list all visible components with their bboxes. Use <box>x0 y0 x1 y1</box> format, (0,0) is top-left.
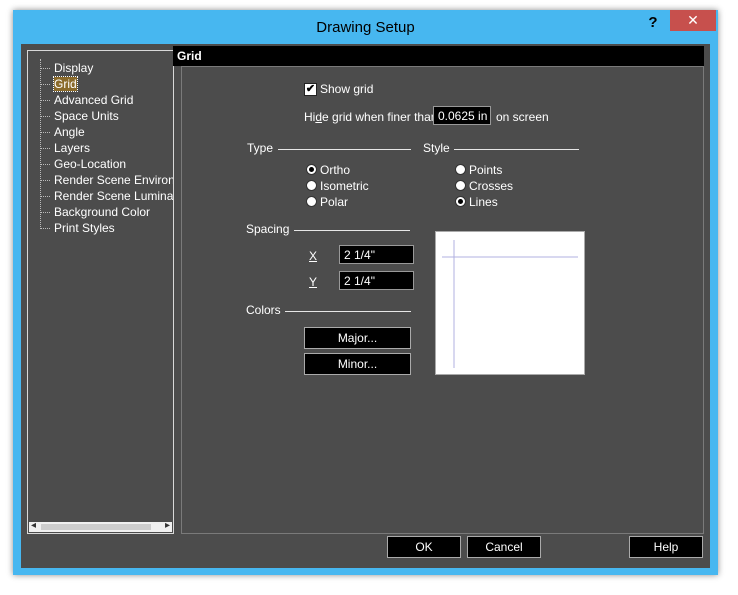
category-tree[interactable]: Display Grid Advanced Grid Space Units A… <box>27 50 174 534</box>
style-crosses-radio[interactable] <box>455 180 466 191</box>
grid-preview <box>435 231 585 375</box>
style-heading: Style <box>423 141 450 155</box>
cancel-button[interactable]: Cancel <box>467 536 541 558</box>
close-button[interactable]: ✕ <box>670 10 716 31</box>
spacing-x-input[interactable]: 2 1/4" <box>339 245 414 264</box>
spacing-y-input[interactable]: 2 1/4" <box>339 271 414 290</box>
tree-item-label: Angle <box>54 125 85 139</box>
tree-item-print-styles[interactable]: Print Styles <box>40 220 115 236</box>
spacing-x-label: X <box>309 249 318 263</box>
style-crosses-label: Crosses <box>469 179 514 193</box>
style-points-label: Points <box>469 163 503 177</box>
tree-item-label: Render Scene Luminar <box>54 189 174 203</box>
show-grid-checkbox[interactable]: ✔ <box>304 83 317 96</box>
colors-divider <box>285 311 411 312</box>
tree-item-grid[interactable]: Grid <box>40 76 78 92</box>
tree-item-angle[interactable]: Angle <box>40 124 85 140</box>
scroll-right-icon[interactable]: ▸ <box>165 520 170 531</box>
type-polar-radio[interactable] <box>306 196 317 207</box>
tree-item-advanced-grid[interactable]: Advanced Grid <box>40 92 133 108</box>
window-title: Drawing Setup <box>316 19 415 36</box>
type-ortho-label: Ortho <box>320 163 351 177</box>
dialog-body: Display Grid Advanced Grid Space Units A… <box>21 44 710 568</box>
type-heading: Type <box>247 141 274 155</box>
grid-preview-lines <box>442 240 578 368</box>
tree-item-label: Grid <box>53 76 78 92</box>
style-divider <box>454 149 579 150</box>
hide-grid-threshold-input[interactable]: 0.0625 in <box>433 106 491 125</box>
tree-item-render-scene-luminance[interactable]: Render Scene Luminar <box>40 188 174 204</box>
tree-item-render-scene-environment[interactable]: Render Scene Environ <box>40 172 174 188</box>
ok-button[interactable]: OK <box>387 536 461 558</box>
colors-heading: Colors <box>246 303 281 317</box>
tree-item-label: Background Color <box>54 205 151 219</box>
tree-item-geo-location[interactable]: Geo-Location <box>40 156 126 172</box>
type-isometric-label: Isometric <box>320 179 369 193</box>
on-screen-label: on screen <box>496 110 549 124</box>
style-lines-label: Lines <box>469 195 498 209</box>
tree-item-display[interactable]: Display <box>40 60 93 76</box>
scroll-left-icon[interactable]: ◂ <box>31 520 36 531</box>
style-lines-radio[interactable] <box>455 196 466 207</box>
tree-item-space-units[interactable]: Space Units <box>40 108 119 124</box>
spacing-divider <box>294 230 410 231</box>
type-divider <box>278 149 411 150</box>
dialog-window: Drawing Setup ? ✕ Display Grid Advanced … <box>13 10 718 575</box>
help-icon[interactable]: ? <box>641 12 665 34</box>
tree-item-layers[interactable]: Layers <box>40 140 90 156</box>
grid-settings-panel: ✔ Show grid Hide grid when finer than 0.… <box>181 66 704 534</box>
spacing-y-label: Y <box>309 275 318 289</box>
scrollbar-thumb[interactable] <box>41 524 151 530</box>
type-polar-label: Polar <box>320 195 349 209</box>
tree-item-label: Render Scene Environ <box>54 173 174 187</box>
tree-item-label: Geo-Location <box>54 157 127 171</box>
type-isometric-radio[interactable] <box>306 180 317 191</box>
title-bar[interactable]: Drawing Setup ? ✕ <box>13 10 718 44</box>
help-button[interactable]: Help <box>629 536 703 558</box>
tree-item-label: Space Units <box>54 109 119 123</box>
tree-item-label: Display <box>54 61 94 75</box>
tree-item-background-color[interactable]: Background Color <box>40 204 150 220</box>
show-grid-label: Show grid <box>320 82 374 96</box>
tree-item-label: Print Styles <box>54 221 115 235</box>
minor-color-button[interactable]: Minor... <box>304 353 411 375</box>
tree-item-label: Layers <box>54 141 91 155</box>
major-color-button[interactable]: Major... <box>304 327 411 349</box>
style-points-radio[interactable] <box>455 164 466 175</box>
spacing-heading: Spacing <box>246 222 290 236</box>
tree-horizontal-scrollbar[interactable]: ◂ ▸ <box>29 520 172 532</box>
tree-item-label: Advanced Grid <box>54 93 134 107</box>
hide-grid-label: Hide grid when finer than <box>304 110 438 124</box>
panel-title: Grid <box>173 46 704 66</box>
type-ortho-radio[interactable] <box>306 164 317 175</box>
